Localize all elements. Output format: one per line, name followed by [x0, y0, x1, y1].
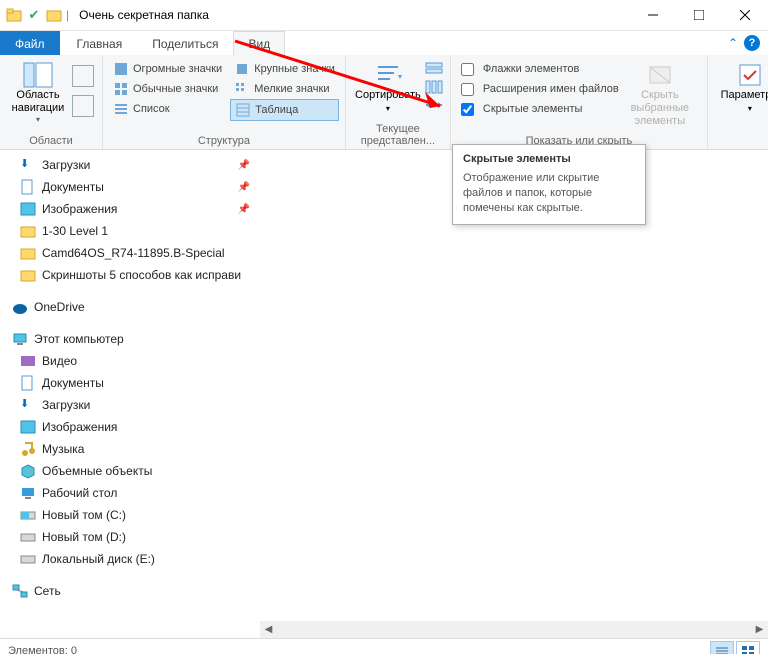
layout-large[interactable]: Крупные значки	[230, 59, 339, 79]
tree-3dobjects[interactable]: Объемные объекты	[0, 460, 260, 482]
tree-pictures[interactable]: Изображения📌	[0, 198, 260, 220]
layout-huge[interactable]: Огромные значки	[109, 59, 226, 79]
ribbon-tabs: Файл Главная Поделиться Вид ⌃ ?	[0, 31, 768, 55]
view-thumbs-button[interactable]	[736, 641, 760, 654]
layout-table[interactable]: Таблица	[230, 99, 339, 121]
tree-vole[interactable]: Локальный диск (E:)	[0, 548, 260, 570]
tree-volc[interactable]: Новый том (C:)	[0, 504, 260, 526]
hide-selected-button: Скрыть выбранные элементы	[619, 57, 701, 128]
add-cols-icon[interactable]	[424, 79, 444, 95]
tree-documents2[interactable]: Документы	[0, 372, 260, 394]
tree-pictures2[interactable]: Изображения	[0, 416, 260, 438]
collapse-ribbon-icon[interactable]: ⌃	[728, 36, 738, 50]
ribbon: Область навигации ▾ Области Огромные зна…	[0, 55, 768, 150]
check-hidden-items[interactable]: Скрытые элементы	[457, 99, 619, 119]
tree-desktop[interactable]: Рабочий стол	[0, 482, 260, 504]
tree-network[interactable]: Сеть	[0, 580, 260, 602]
layout-small[interactable]: Мелкие значки	[230, 79, 339, 99]
nav-tree[interactable]: ⬇Загрузки📌 Документы📌 Изображения📌 1-30 …	[0, 150, 260, 638]
tree-folder-1[interactable]: 1-30 Level 1	[0, 220, 260, 242]
status-bar: Элементов: 0	[0, 638, 768, 654]
folder-icon-2	[46, 7, 62, 23]
check-item-checkboxes[interactable]: Флажки элементов	[457, 59, 619, 79]
nav-pane-button[interactable]: Область навигации ▾	[6, 57, 70, 124]
tree-thispc[interactable]: Этот компьютер	[0, 328, 260, 350]
group-by-icon[interactable]	[424, 61, 444, 77]
tooltip-hidden-items: Скрытые элементы Отображение или скрытие…	[452, 144, 646, 225]
status-item-count: Элементов: 0	[8, 645, 77, 654]
tree-video[interactable]: Видео	[0, 350, 260, 372]
tree-downloads2[interactable]: ⬇Загрузки	[0, 394, 260, 416]
scroll-left-button[interactable]: ◀	[260, 621, 277, 638]
tree-vold[interactable]: Новый том (D:)	[0, 526, 260, 548]
check-file-extensions[interactable]: Расширения имен файлов	[457, 79, 619, 99]
window-title: Очень секретная папка	[79, 8, 209, 22]
folder-icon	[6, 7, 22, 23]
tree-folder-3[interactable]: Скриншоты 5 способов как исправи	[0, 264, 260, 286]
tab-file[interactable]: Файл	[0, 31, 60, 55]
close-button[interactable]	[722, 0, 768, 30]
options-button[interactable]: Параметры▾	[714, 57, 768, 115]
tree-onedrive[interactable]: OneDrive	[0, 296, 260, 318]
sort-button[interactable]: Сортировать ▾	[352, 57, 424, 115]
scroll-right-button[interactable]: ▶	[751, 621, 768, 638]
view-details-button[interactable]	[710, 641, 734, 654]
titlebar: ✔ | Очень секретная папка	[0, 0, 768, 31]
details-pane-button[interactable]	[72, 95, 94, 117]
size-cols-icon[interactable]	[424, 97, 444, 113]
content-area: ⬇Загрузки📌 Документы📌 Изображения📌 1-30 …	[0, 150, 768, 638]
layout-normal[interactable]: Обычные значки	[109, 79, 226, 99]
tab-view[interactable]: Вид	[233, 31, 285, 55]
maximize-button[interactable]	[676, 0, 722, 30]
minimize-button[interactable]	[630, 0, 676, 30]
checkmark-icon: ✔	[26, 7, 42, 23]
layout-list[interactable]: Список	[109, 99, 226, 119]
tab-home[interactable]: Главная	[62, 31, 138, 55]
explorer-window: ✔ | Очень секретная папка Файл Главная П…	[0, 0, 768, 654]
horizontal-scrollbar[interactable]: ◀ ▶	[260, 621, 768, 638]
preview-pane-button[interactable]	[72, 65, 94, 87]
tree-downloads[interactable]: ⬇Загрузки📌	[0, 154, 260, 176]
help-icon[interactable]: ?	[744, 35, 760, 51]
tree-folder-2[interactable]: Camd64OS_R74-11895.B-Special	[0, 242, 260, 264]
tree-music[interactable]: Музыка	[0, 438, 260, 460]
tab-share[interactable]: Поделиться	[137, 31, 233, 55]
tree-documents[interactable]: Документы📌	[0, 176, 260, 198]
